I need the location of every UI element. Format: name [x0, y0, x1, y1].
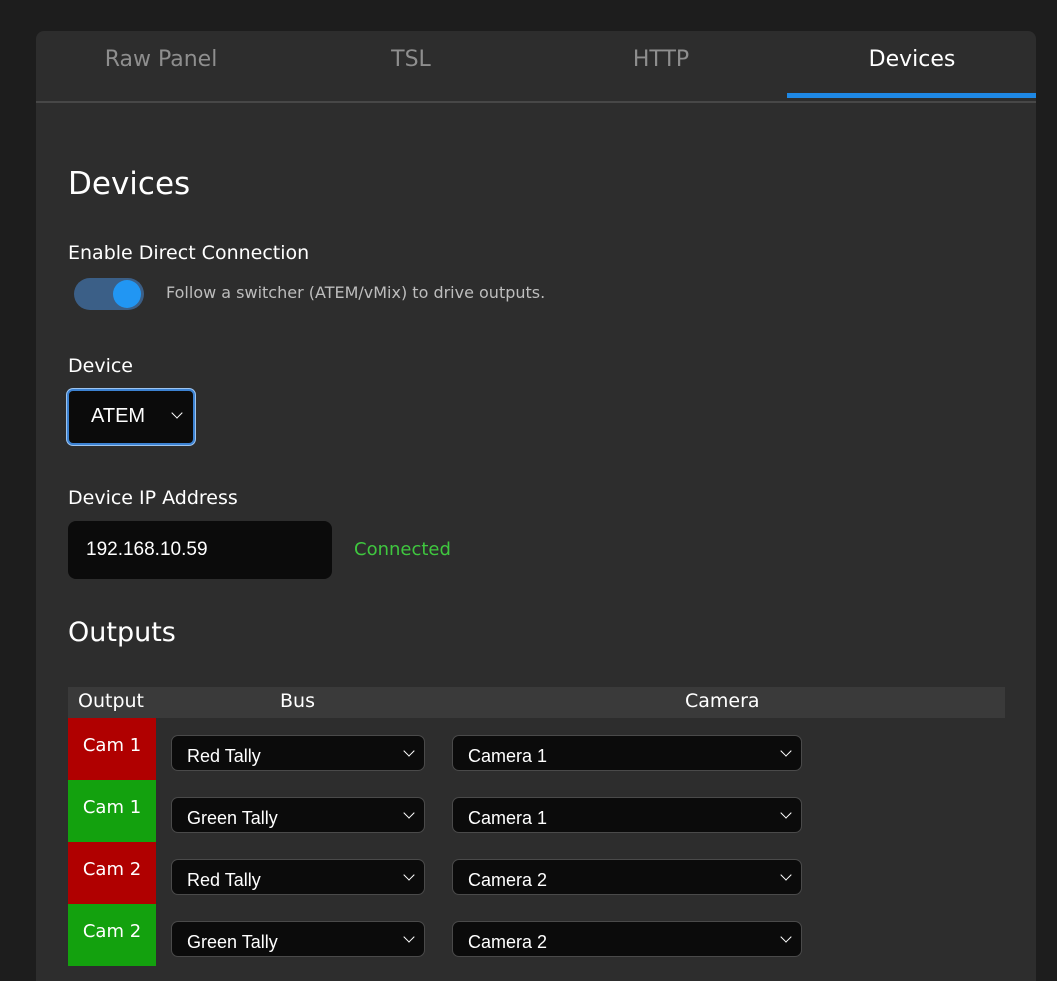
table-row: Cam 2 Red Tally Camera 2 — [68, 842, 1005, 904]
bus-select[interactable]: Red Tally — [171, 735, 425, 771]
chevron-down-icon — [780, 807, 792, 819]
active-tab-indicator — [787, 93, 1036, 98]
table-row: Cam 1 Green Tally Camera 1 — [68, 780, 1005, 842]
chevron-down-icon — [780, 745, 792, 757]
output-cell: Cam 1 — [68, 718, 156, 780]
ip-address-input[interactable]: 192.168.10.59 — [68, 521, 332, 579]
chevron-down-icon — [780, 931, 792, 943]
tab-bar: Raw Panel TSL HTTP Devices — [36, 31, 1036, 103]
bus-select-value: Green Tally — [187, 932, 278, 952]
camera-select-value: Camera 1 — [468, 746, 548, 766]
page-title: Devices — [68, 166, 191, 202]
chevron-down-icon — [171, 407, 183, 419]
camera-select-value: Camera 1 — [468, 808, 548, 828]
bus-select-value: Green Tally — [187, 808, 278, 828]
tab-raw-panel[interactable]: Raw Panel — [36, 31, 286, 101]
direct-connection-label: Enable Direct Connection — [68, 242, 310, 264]
devices-panel: Raw Panel TSL HTTP Devices Devices Enabl… — [36, 31, 1036, 981]
direct-connection-hint: Follow a switcher (ATEM/vMix) to drive o… — [166, 283, 546, 302]
bus-select-value: Red Tally — [187, 746, 261, 766]
bus-column-header: Bus — [280, 690, 315, 712]
output-cell: Cam 2 — [68, 842, 156, 904]
tab-http[interactable]: HTTP — [536, 31, 786, 101]
output-column-header: Output — [78, 690, 144, 712]
device-select[interactable]: ATEM — [67, 389, 195, 445]
camera-select[interactable]: Camera 1 — [452, 735, 802, 771]
ip-address-label: Device IP Address — [68, 487, 238, 509]
outputs-table-header: Output Bus Camera — [68, 687, 1005, 718]
camera-select[interactable]: Camera 2 — [452, 921, 802, 957]
tab-tsl[interactable]: TSL — [286, 31, 536, 101]
output-cell: Cam 2 — [68, 904, 156, 966]
bus-select-value: Red Tally — [187, 870, 261, 890]
table-row: Cam 1 Red Tally Camera 1 — [68, 718, 1005, 780]
output-cell: Cam 1 — [68, 780, 156, 842]
table-row: Cam 2 Green Tally Camera 2 — [68, 904, 1005, 966]
chevron-down-icon — [403, 807, 415, 819]
bus-select[interactable]: Green Tally — [171, 921, 425, 957]
chevron-down-icon — [780, 869, 792, 881]
device-select-value: ATEM — [91, 405, 146, 427]
chevron-down-icon — [403, 931, 415, 943]
camera-column-header: Camera — [685, 690, 760, 712]
camera-select[interactable]: Camera 1 — [452, 797, 802, 833]
device-label: Device — [68, 355, 133, 377]
toggle-knob — [113, 280, 141, 308]
tab-devices[interactable]: Devices — [787, 31, 1036, 101]
bus-select[interactable]: Green Tally — [171, 797, 425, 833]
chevron-down-icon — [403, 869, 415, 881]
connection-status: Connected — [354, 539, 451, 560]
camera-select-value: Camera 2 — [468, 932, 548, 952]
camera-select[interactable]: Camera 2 — [452, 859, 802, 895]
direct-connection-toggle[interactable] — [74, 278, 144, 310]
bus-select[interactable]: Red Tally — [171, 859, 425, 895]
camera-select-value: Camera 2 — [468, 870, 548, 890]
chevron-down-icon — [403, 745, 415, 757]
outputs-title: Outputs — [68, 617, 176, 648]
